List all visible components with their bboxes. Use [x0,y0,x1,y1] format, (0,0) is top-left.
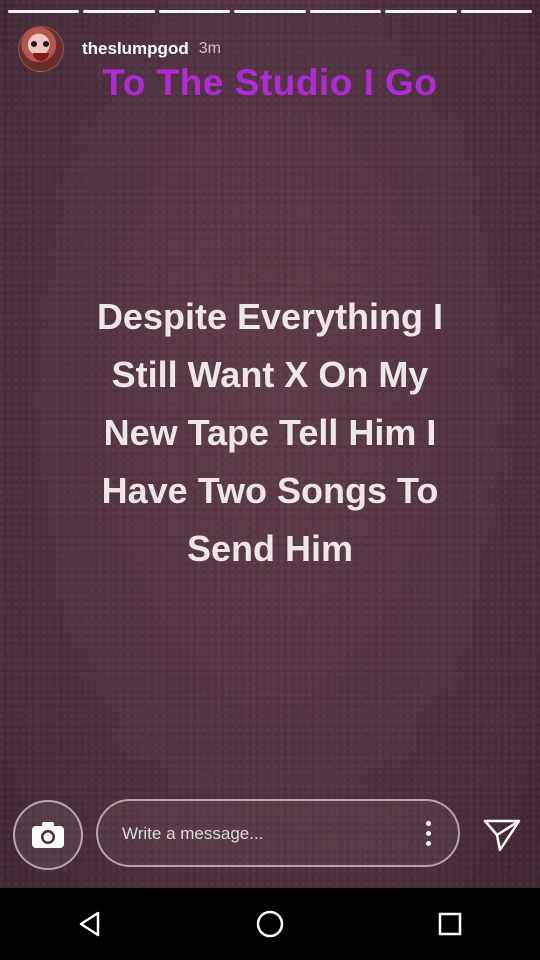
recents-icon [438,912,462,936]
progress-segment [460,10,532,13]
reply-bar [0,796,540,876]
username[interactable]: theslumpgod [82,39,189,59]
story-body-line: Send Him [186,528,354,569]
home-button[interactable] [240,894,300,954]
progress-segment [385,10,457,13]
send-button[interactable] [480,816,524,854]
camera-icon [32,822,64,848]
progress-segment [158,10,231,13]
progress-segment [8,10,80,13]
progress-segment [309,10,382,13]
recents-button[interactable] [420,894,480,954]
story-viewer[interactable]: theslumpgod 3m To The Studio I Go Despit… [0,0,540,888]
progress-segment [234,10,306,13]
back-button[interactable] [60,894,120,954]
message-input[interactable] [120,801,404,867]
story-body-line: Despite Everything I [96,296,444,337]
story-title: To The Studio I Go [102,62,438,103]
message-field[interactable] [96,799,460,867]
story-body-text: Despite Everything I Still Want X On My … [40,288,500,578]
system-nav-bar [0,888,540,960]
back-icon [79,911,100,937]
timestamp: 3m [198,40,221,57]
home-icon [256,910,284,938]
story-body-line: Still Want X On My [111,354,429,395]
progress-segment [83,10,155,13]
story-body-line: New Tape Tell Him I [103,412,437,453]
camera-button[interactable] [13,800,83,870]
more-vertical-icon [425,820,431,826]
story-body-line: Have Two Songs To [101,470,439,511]
story-progress-bar [8,10,532,13]
send-icon [483,819,521,852]
more-options-button[interactable] [418,815,438,851]
story-screen: theslumpgod 3m To The Studio I Go Despit… [0,0,540,960]
